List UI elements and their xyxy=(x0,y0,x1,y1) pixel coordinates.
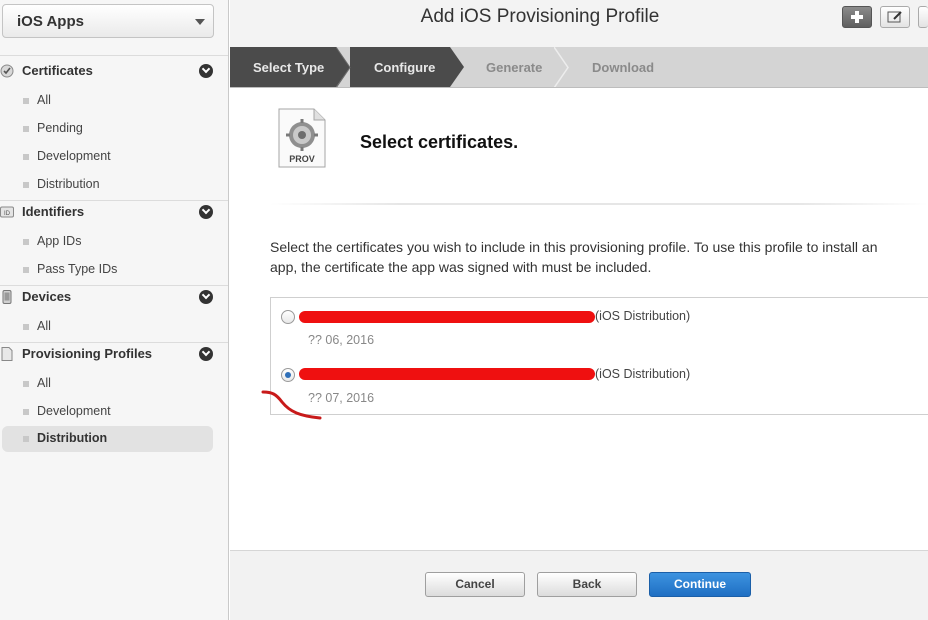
step-label: Select Type xyxy=(253,60,325,75)
profile-icon xyxy=(0,347,14,361)
sidebar-item-app-ids[interactable]: App IDs xyxy=(0,229,213,255)
sidebar-item-certificates-distribution[interactable]: Distribution xyxy=(0,172,213,198)
step-select-type: Select Type xyxy=(230,47,336,87)
sidebar-section-label: Certificates xyxy=(22,63,93,78)
sidebar-item-label: Development xyxy=(37,404,111,418)
certificate-type: (iOS Distribution) xyxy=(595,367,691,381)
sidebar-item-label: All xyxy=(37,376,51,390)
chevron-down-icon xyxy=(195,19,205,25)
add-button[interactable] xyxy=(842,6,872,28)
collapse-chevron-icon[interactable] xyxy=(199,347,213,361)
step-generate: Generate xyxy=(464,47,564,87)
sidebar-section-devices[interactable]: Devices xyxy=(0,287,228,309)
bullet-icon xyxy=(23,409,29,415)
bullet-icon xyxy=(23,154,29,160)
sidebar-item-label: All xyxy=(37,93,51,107)
sidebar-item-profiles-distribution[interactable]: Distribution xyxy=(2,426,213,452)
sidebar-divider xyxy=(0,342,228,343)
step-label: Generate xyxy=(486,60,543,75)
page-title: Add iOS Provisioning Profile xyxy=(420,6,660,27)
progress-steps: Select Type Configure Generate Download xyxy=(230,47,928,88)
sidebar-section-label: Identifiers xyxy=(22,204,85,219)
continue-button[interactable]: Continue xyxy=(649,572,751,597)
certificate-date: ?? 06, 2016 xyxy=(308,333,375,347)
sidebar-section-label: Devices xyxy=(22,289,72,304)
sidebar-item-label: All xyxy=(37,319,51,333)
step-separator xyxy=(336,47,351,87)
certificate-icon xyxy=(0,64,14,78)
svg-text:ID: ID xyxy=(4,211,11,217)
sidebar-item-label: Distribution xyxy=(37,431,108,445)
more-button[interactable] xyxy=(918,6,928,28)
step-separator xyxy=(554,47,569,87)
provisioning-profile-icon: PROV xyxy=(278,108,326,168)
plus-icon xyxy=(851,11,863,23)
sidebar-item-label: Development xyxy=(37,149,111,163)
bullet-icon xyxy=(23,267,29,273)
bullet-icon xyxy=(23,381,29,387)
certificate-radio[interactable] xyxy=(281,310,295,324)
sidebar-item-certificates-pending[interactable]: Pending xyxy=(0,116,213,142)
step-configure: Configure xyxy=(350,47,450,87)
certificate-radio[interactable] xyxy=(281,368,295,382)
footer-bar: Cancel Back Continue xyxy=(230,550,928,620)
content-divider xyxy=(270,203,928,205)
sidebar-divider xyxy=(0,200,228,201)
page-header: Add iOS Provisioning Profile xyxy=(230,0,928,47)
id-icon: ID xyxy=(0,205,14,219)
step-download: Download xyxy=(570,47,690,87)
annotation-mark xyxy=(261,390,322,420)
sidebar-divider xyxy=(0,285,228,286)
sidebar-section-provisioning-profiles[interactable]: Provisioning Profiles xyxy=(0,344,228,366)
step-label: Configure xyxy=(374,60,436,75)
sidebar-divider xyxy=(0,55,228,56)
section-title: Select certificates. xyxy=(360,132,519,152)
redaction-mark xyxy=(299,311,595,323)
svg-text:PROV: PROV xyxy=(289,154,315,164)
redaction-mark xyxy=(299,368,595,380)
bullet-icon xyxy=(23,239,29,245)
collapse-chevron-icon[interactable] xyxy=(199,290,213,304)
sidebar-item-label: Distribution xyxy=(37,177,100,191)
back-button[interactable]: Back xyxy=(537,572,637,597)
sidebar-item-devices-all[interactable]: All xyxy=(0,314,213,340)
cancel-button[interactable]: Cancel xyxy=(425,572,525,597)
list-item[interactable]: (iOS Distribution) ?? 07, 2016 xyxy=(271,356,928,414)
bullet-icon xyxy=(23,324,29,330)
sidebar-item-label: Pending xyxy=(37,121,83,135)
sidebar-section-identifiers[interactable]: ID Identifiers xyxy=(0,202,228,224)
sidebar-item-profiles-development[interactable]: Development xyxy=(0,399,213,425)
app-type-select-label: iOS Apps xyxy=(17,13,84,30)
list-item[interactable]: (iOS Distribution) ?? 06, 2016 xyxy=(271,298,928,356)
sidebar-section-certificates[interactable]: Certificates xyxy=(0,61,228,83)
main-content: PROV Select certificates. Select the cer… xyxy=(230,88,928,550)
collapse-chevron-icon[interactable] xyxy=(199,64,213,78)
sidebar-section-label: Provisioning Profiles xyxy=(22,346,153,361)
sidebar-item-label: App IDs xyxy=(37,234,82,248)
bullet-icon xyxy=(23,182,29,188)
bullet-icon xyxy=(23,126,29,132)
bullet-icon xyxy=(23,98,29,104)
sidebar-item-certificates-development[interactable]: Development xyxy=(0,144,213,170)
pencil-icon xyxy=(887,11,902,23)
edit-button[interactable] xyxy=(880,6,910,28)
certificate-list: (iOS Distribution) ?? 06, 2016 (iOS Dist… xyxy=(270,297,928,415)
certificate-type: (iOS Distribution) xyxy=(595,309,691,323)
sidebar-item-certificates-all[interactable]: All xyxy=(0,88,213,114)
collapse-chevron-icon[interactable] xyxy=(199,205,213,219)
sidebar-item-label: Pass Type IDs xyxy=(37,262,118,276)
step-separator xyxy=(450,47,464,87)
step-label: Download xyxy=(592,60,655,75)
device-icon xyxy=(0,290,14,304)
bullet-icon xyxy=(23,436,29,442)
sidebar: iOS Apps Certificates All Pending Develo… xyxy=(0,0,229,620)
sidebar-item-profiles-all[interactable]: All xyxy=(0,371,213,397)
sidebar-item-pass-type-ids[interactable]: Pass Type IDs xyxy=(0,257,213,283)
instructions-text: Select the certificates you wish to incl… xyxy=(270,239,878,275)
app-type-select[interactable]: iOS Apps xyxy=(2,4,214,38)
